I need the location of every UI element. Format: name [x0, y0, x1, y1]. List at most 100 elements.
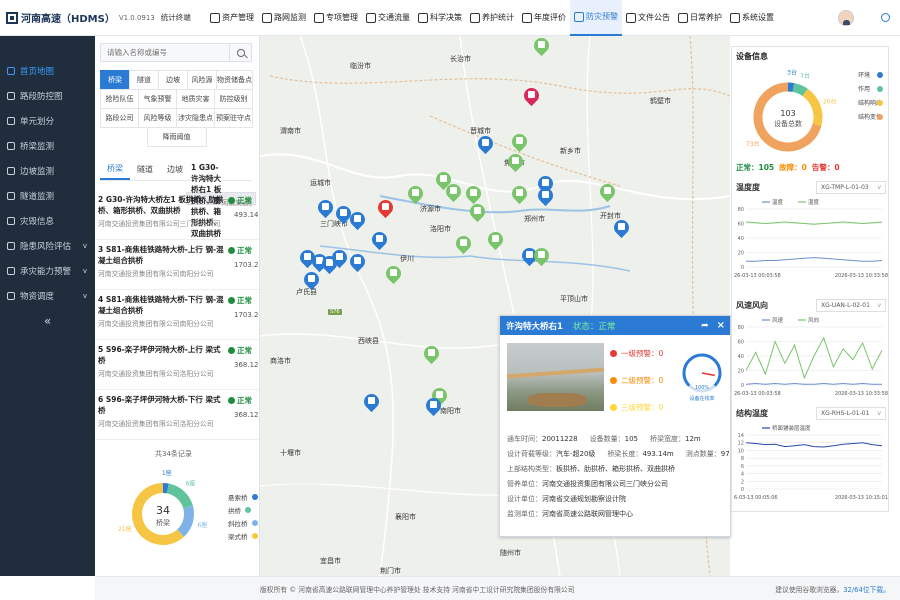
nav-item-6[interactable]: 年度评价: [518, 0, 570, 36]
nav-label: 防灾预警: [586, 12, 618, 21]
city-label: 伊川: [400, 255, 414, 263]
sidebar-item-3[interactable]: 桥梁监测: [0, 133, 95, 158]
nav-icon: [574, 11, 584, 22]
sidebar-item-2[interactable]: 单元划分: [0, 108, 95, 133]
map-marker[interactable]: [474, 132, 497, 155]
map-marker[interactable]: [534, 184, 557, 207]
sidebar-item-label: 隐患风险评估: [20, 241, 72, 252]
map-marker[interactable]: [466, 200, 489, 223]
filter-button[interactable]: 边坡: [158, 70, 188, 90]
map-marker[interactable]: [346, 208, 369, 231]
map-marker[interactable]: [420, 342, 443, 365]
legend-label: 梁式桥: [228, 532, 248, 541]
map-marker[interactable]: [530, 36, 553, 57]
map-marker[interactable]: [382, 262, 405, 285]
filter-button[interactable]: 物资储备点: [216, 70, 253, 90]
list-item[interactable]: 5 S96-栾子坪伊河特大桥-上行 梁式桥 河南交通投资集团有限公司洛阳分公司 正常…: [95, 340, 259, 390]
map-marker[interactable]: [462, 182, 485, 205]
sub-tab-0[interactable]: 桥梁: [100, 159, 130, 180]
map-marker[interactable]: [404, 182, 427, 205]
filter-button[interactable]: 风险等级: [138, 108, 177, 128]
filter-button[interactable]: 桥梁: [100, 70, 130, 90]
sidebar-item-5[interactable]: 隧道监测: [0, 183, 95, 208]
filter-button[interactable]: 涉灾隐患点: [176, 108, 215, 128]
map-marker[interactable]: [520, 84, 543, 107]
settings-icon[interactable]: [881, 13, 890, 22]
map-marker[interactable]: [332, 202, 355, 225]
sensor-select[interactable]: XG-TMP-L-01-03: [816, 181, 886, 194]
nav-item-2[interactable]: 专项管理: [310, 0, 362, 36]
nav-item-4[interactable]: 科学决策: [414, 0, 466, 36]
info-row: 监测单位： 河南省高速公路联网管理中心: [507, 506, 729, 521]
map-marker[interactable]: [374, 196, 397, 219]
collapse-icon[interactable]: «: [0, 314, 95, 328]
sub-tab-2[interactable]: 边坡: [160, 159, 190, 180]
map-marker[interactable]: [368, 228, 391, 251]
search-button[interactable]: [229, 44, 251, 61]
sidebar-item-label: 首页地图: [20, 66, 55, 77]
bridge-popup: 许沟特大桥右1 状态：正常 ➦ × 一级预警： 0 二级预警： 0 三级预警： 0 100…: [499, 315, 731, 537]
map-marker[interactable]: [484, 228, 507, 251]
map-marker[interactable]: [504, 150, 527, 173]
sidebar-item-label: 单元划分: [20, 116, 55, 127]
nav-item-0[interactable]: 资产管理: [206, 0, 258, 36]
map-marker[interactable]: [360, 390, 383, 413]
map-marker[interactable]: [346, 250, 369, 273]
nav-item-10[interactable]: 系统设置: [726, 0, 778, 36]
filter-button[interactable]: 预案驻守点: [214, 108, 253, 128]
map-marker[interactable]: [610, 216, 633, 239]
filter-button[interactable]: 防控级别: [214, 89, 253, 109]
sidebar-item-9[interactable]: 物资调度 v: [0, 283, 95, 308]
nav-item-5[interactable]: 养护统计: [466, 0, 518, 36]
sub-tab-1[interactable]: 隧道: [130, 159, 160, 180]
download-link[interactable]: 32/64位下载。: [843, 586, 890, 594]
sidebar-item-0[interactable]: 首页地图: [0, 58, 95, 83]
sidebar-item-6[interactable]: 灾毁信息: [0, 208, 95, 233]
filter-button[interactable]: 风险源: [187, 70, 217, 90]
map-marker[interactable]: [328, 246, 351, 269]
share-icon[interactable]: ➦: [701, 321, 709, 331]
chevron-down-icon: v: [82, 241, 87, 250]
city-label: 襄阳市: [395, 513, 416, 521]
sidebar-item-7[interactable]: 隐患风险评估 v: [0, 233, 95, 258]
filter-button[interactable]: 降雨阈值: [146, 127, 207, 147]
nav-item-7[interactable]: 防灾预警: [570, 0, 622, 36]
map-marker[interactable]: [422, 394, 445, 417]
city-label: 渭南市: [280, 127, 301, 135]
nav-item-1[interactable]: 路网监测: [258, 0, 310, 36]
chart-header: 风速风向 XG-UAN-L-02-01: [732, 297, 890, 313]
list-item[interactable]: 4 S81-商焦桂铁路特大桥-下行 钢-混凝土组合拱桥 河南交通投资集团有限公司南…: [95, 290, 259, 340]
nav-icon: [210, 12, 220, 23]
device-legend-dot: [877, 86, 883, 92]
map-marker[interactable]: [508, 130, 531, 153]
map-marker[interactable]: [508, 182, 531, 205]
filter-button[interactable]: 抢险队伍: [100, 89, 139, 109]
sensor-select[interactable]: XG-RHS-L-01-01: [816, 407, 886, 420]
sidebar-item-4[interactable]: 边坡监测: [0, 158, 95, 183]
bridge-name: 2 G30-许沟特大桥左1 板拱桥、肋拱桥、箱形拱桥、双曲拱桥: [98, 195, 224, 215]
search-input[interactable]: [101, 44, 226, 61]
sidebar-item-1[interactable]: 路段防控图: [0, 83, 95, 108]
nav-item-9[interactable]: 日常养护: [674, 0, 726, 36]
map-marker[interactable]: [314, 196, 337, 219]
search-icon: [236, 48, 245, 57]
filter-button[interactable]: 气象预警: [138, 89, 177, 109]
avatar[interactable]: [838, 10, 854, 26]
sidebar-item-8[interactable]: 承灾能力预警 v: [0, 258, 95, 283]
list-item[interactable]: 6 S96-栾子坪伊河特大桥-下行 梁式桥 河南交通投资集团有限公司洛阳分公司 正常…: [95, 390, 259, 440]
close-icon[interactable]: ×: [717, 320, 725, 331]
filter-button[interactable]: 路段公司: [100, 108, 139, 128]
map-marker[interactable]: [442, 180, 465, 203]
list-item[interactable]: 2 G30-许沟特大桥左1 板拱桥、肋拱桥、箱形拱桥、双曲拱桥 河南交通投资集团有…: [95, 190, 259, 240]
nav-item-8[interactable]: 文件公告: [622, 0, 674, 36]
nav-item-3[interactable]: 交通流量: [362, 0, 414, 36]
map-marker[interactable]: [596, 180, 619, 203]
filter-button[interactable]: 隧道: [129, 70, 159, 90]
filter-button[interactable]: 地质灾害: [176, 89, 215, 109]
map-marker[interactable]: [452, 232, 475, 255]
sensor-select[interactable]: XG-UAN-L-02-01: [816, 299, 886, 312]
road-label: S76: [328, 309, 342, 315]
map-marker[interactable]: [530, 244, 553, 267]
map-marker[interactable]: [300, 268, 323, 291]
list-item[interactable]: 3 S81-商焦桂铁路特大桥-上行 钢-混凝土组合拱桥 河南交通投资集团有限公司南…: [95, 240, 259, 290]
